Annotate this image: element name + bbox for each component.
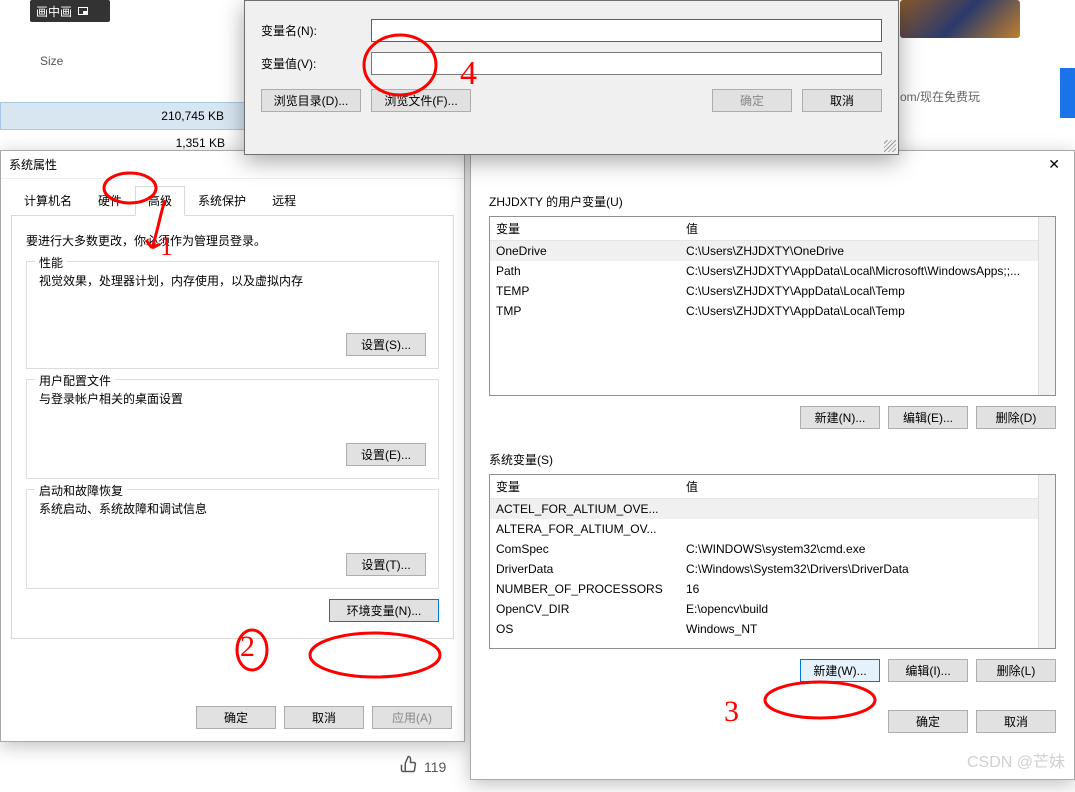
file-row[interactable]: 210,745 KB [0,102,245,130]
table-row[interactable]: OSWindows_NT [490,619,1038,639]
group-title: 启动和故障恢复 [35,482,127,499]
user-delete-button[interactable]: 删除(D) [976,406,1056,429]
profiles-desc: 与登录帐户相关的桌面设置 [39,390,426,407]
ok-button[interactable]: 确定 [712,89,792,112]
user-vars-list[interactable]: 变量 值 OneDriveC:\Users\ZHJDXTY\OneDrivePa… [489,216,1056,396]
table-row[interactable]: ALTERA_FOR_ALTIUM_OV... [490,519,1038,539]
sys-props-dialog: 系统属性 计算机名 硬件 高级 系统保护 远程 要进行大多数更改，你必须作为管理… [0,150,465,742]
tab-computer-name[interactable]: 计算机名 [11,186,85,216]
scrollbar[interactable] [1038,217,1055,395]
scrollbar[interactable] [1038,475,1055,648]
like-widget[interactable]: 119 [400,755,446,778]
thumbs-up-icon [400,755,418,778]
watermark: CSDN @芒妹 [967,748,1065,772]
group-startup: 启动和故障恢复 系统启动、系统故障和调试信息 设置(T)... [26,489,439,589]
var-value-label: 变量值(V): [261,55,371,72]
tabs: 计算机名 硬件 高级 系统保护 远程 [11,185,454,216]
apply-button[interactable]: 应用(A) [372,706,452,729]
blue-button-fragment[interactable] [1060,68,1075,118]
perf-settings-button[interactable]: 设置(S)... [346,333,426,356]
pip-label: 画中画 [36,3,72,20]
sys-vars-list[interactable]: 变量 值 ACTEL_FOR_ALTIUM_OVE...ALTERA_FOR_A… [489,474,1056,649]
like-count: 119 [424,759,446,775]
table-row[interactable]: ACTEL_FOR_ALTIUM_OVE... [490,499,1038,519]
window-title: 系统属性 [9,156,57,173]
user-vars-label: ZHJDXTY 的用户变量(U) [489,193,1056,210]
admin-note: 要进行大多数更改，你必须作为管理员登录。 [26,232,439,249]
tab-hardware[interactable]: 硬件 [85,186,135,216]
table-row[interactable]: OneDriveC:\Users\ZHJDXTY\OneDrive [490,241,1038,261]
titlebar: ✕ [471,151,1074,179]
table-row[interactable]: NUMBER_OF_PROCESSORS16 [490,579,1038,599]
resize-grip[interactable] [884,140,896,152]
env-vars-button[interactable]: 环境变量(N)... [329,599,439,622]
free-play-link[interactable]: om/现在免费玩 [900,88,980,105]
cancel-button[interactable]: 取消 [284,706,364,729]
pip-icon [78,7,88,15]
close-icon[interactable]: ✕ [1034,151,1074,179]
browse-dir-button[interactable]: 浏览目录(D)... [261,89,361,112]
group-profiles: 用户配置文件 与登录帐户相关的桌面设置 设置(E)... [26,379,439,479]
group-title: 性能 [35,254,67,271]
sys-edit-button[interactable]: 编辑(I)... [888,659,968,682]
table-row[interactable]: TEMPC:\Users\ZHJDXTY\AppData\Local\Temp [490,281,1038,301]
table-row[interactable]: PathC:\Users\ZHJDXTY\AppData\Local\Micro… [490,261,1038,281]
table-row[interactable]: ComSpecC:\WINDOWS\system32\cmd.exe [490,539,1038,559]
col-var[interactable]: 变量 [490,217,680,240]
group-performance: 性能 视觉效果，处理器计划，内存使用，以及虚拟内存 设置(S)... [26,261,439,369]
cancel-button[interactable]: 取消 [802,89,882,112]
var-name-label: 变量名(N): [261,22,371,39]
var-name-input[interactable] [371,19,882,42]
table-row[interactable]: TMPC:\Users\ZHJDXTY\AppData\Local\Temp [490,301,1038,321]
col-val[interactable]: 值 [680,475,1038,498]
titlebar: 系统属性 [1,151,464,179]
perf-desc: 视觉效果，处理器计划，内存使用，以及虚拟内存 [39,272,426,289]
profiles-settings-button[interactable]: 设置(E)... [346,443,426,466]
new-var-dialog: 变量名(N): 变量值(V): 浏览目录(D)... 浏览文件(F)... 确定… [244,0,899,155]
user-edit-button[interactable]: 编辑(E)... [888,406,968,429]
ok-button[interactable]: 确定 [888,710,968,733]
env-vars-dialog: ✕ ZHJDXTY 的用户变量(U) 变量 值 OneDriveC:\Users… [470,150,1075,780]
sys-new-button[interactable]: 新建(W)... [800,659,880,682]
group-title: 用户配置文件 [35,372,115,389]
col-var[interactable]: 变量 [490,475,680,498]
ok-button[interactable]: 确定 [196,706,276,729]
cancel-button[interactable]: 取消 [976,710,1056,733]
col-val[interactable]: 值 [680,217,1038,240]
sys-delete-button[interactable]: 删除(L) [976,659,1056,682]
size-header[interactable]: Size [0,50,245,72]
explorer-toolbar: 画中画 [30,0,110,22]
startup-desc: 系统启动、系统故障和调试信息 [39,500,426,517]
game-thumbnail[interactable] [900,0,1020,38]
tab-remote[interactable]: 远程 [259,186,309,216]
browse-file-button[interactable]: 浏览文件(F)... [371,89,471,112]
table-row[interactable]: OpenCV_DIRE:\opencv\build [490,599,1038,619]
table-row[interactable]: DriverDataC:\Windows\System32\Drivers\Dr… [490,559,1038,579]
var-value-input[interactable] [371,52,882,75]
tab-protection[interactable]: 系统保护 [185,186,259,216]
startup-settings-button[interactable]: 设置(T)... [346,553,426,576]
sys-vars-label: 系统变量(S) [489,451,1056,468]
user-new-button[interactable]: 新建(N)... [800,406,880,429]
tab-advanced[interactable]: 高级 [135,186,185,216]
